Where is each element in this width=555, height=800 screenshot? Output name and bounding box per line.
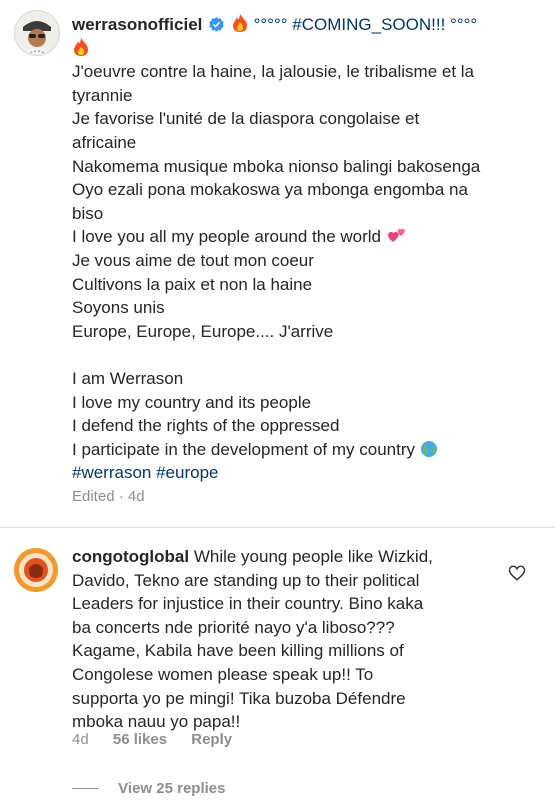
globe-emoji-icon — [420, 440, 437, 457]
caption-line: I am Werrason — [72, 368, 184, 388]
comment-username[interactable]: congotoglobal — [72, 547, 189, 566]
caption-line: I defend the rights of the oppressed — [72, 416, 340, 436]
caption-line: Cultivons la paix et non la haine — [72, 274, 313, 294]
hashtags-link[interactable]: #werrason #europe — [72, 461, 542, 485]
comment-line: ba concerts nde priorité nayo y'a liboso… — [72, 617, 395, 637]
post-username[interactable]: werrasonofficiel — [72, 15, 202, 34]
caption-line: I love you all my people around the worl… — [72, 227, 382, 247]
comment-line: Congolese women please speak up!! To — [72, 664, 374, 684]
fire-emoji-icon — [74, 37, 88, 56]
fire-emoji-icon — [232, 14, 247, 32]
caption-line: I love my country and its people — [72, 392, 312, 412]
caption-line: Europe, Europe, Europe.... J'arrive — [72, 321, 334, 341]
comment-line: Davido, Tekno are standing up to their p… — [72, 570, 420, 590]
view-replies-button[interactable]: View 25 replies — [72, 780, 225, 797]
caption-line: Soyons unis — [72, 298, 165, 318]
comment-line: supporta yo pe mingi! Tika buzoba Défend… — [72, 688, 406, 708]
coming-soon-hashtag[interactable]: °°°°° #COMING_SOON!!! °°°° — [254, 15, 478, 34]
two-hearts-emoji-icon — [387, 229, 405, 243]
comment-age: 4d — [72, 731, 89, 748]
congotoglobal-avatar[interactable] — [14, 548, 58, 592]
edited-timestamp: Edited · 4d — [72, 488, 145, 505]
like-heart-icon[interactable] — [508, 564, 526, 582]
caption-line: Je favorise l'unité de la diaspora congo… — [72, 109, 420, 129]
avatar-photo — [15, 11, 59, 55]
caption-line: Oyo ezali pona mokakoswa ya mbonga engom… — [72, 180, 468, 200]
replies-dash — [72, 788, 98, 789]
comment-line: Leaders for injustice in their country. … — [72, 594, 424, 614]
view-replies-label: View 25 replies — [118, 780, 226, 797]
caption-line: I participate in the development of my c… — [72, 439, 416, 459]
avatar-logo — [14, 548, 58, 592]
verified-badge-icon — [209, 17, 224, 32]
comment-text: congotoglobal While young people like Wi… — [72, 545, 512, 734]
werrason-avatar[interactable] — [14, 10, 60, 56]
caption-line: Je vous aime de tout mon coeur — [72, 250, 314, 270]
comment-line: While young people like Wizkid, — [193, 547, 433, 566]
caption-line: J'oeuvre contre la haine, la jalousie, l… — [72, 62, 475, 82]
caption-line: Nakomema musique mboka nionso balingi ba… — [72, 156, 481, 176]
caption-line: africaine — [72, 132, 137, 152]
comment-meta: 4d 56 likes Reply — [72, 731, 252, 748]
reply-button[interactable]: Reply — [191, 731, 232, 748]
comment-line: Kagame, Kabila have been killing million… — [72, 641, 404, 661]
comment-likes-count[interactable]: 56 likes — [113, 731, 167, 748]
post-caption: werrasonofficiel °°°°° #COMING_SOON!!! °… — [0, 0, 555, 520]
caption-line: tyrannie — [72, 85, 133, 105]
caption-text: werrasonofficiel °°°°° #COMING_SOON!!! °… — [72, 13, 542, 485]
caption-line: biso — [72, 203, 104, 223]
divider — [0, 527, 555, 528]
